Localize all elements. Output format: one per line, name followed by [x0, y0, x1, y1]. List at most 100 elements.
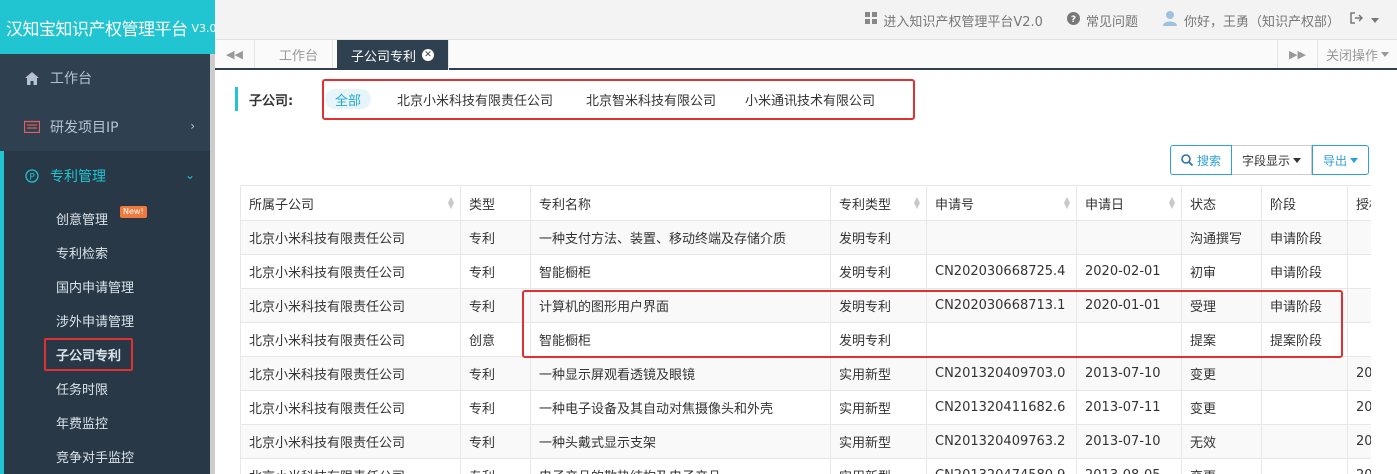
cell-status: 无效: [1181, 424, 1262, 459]
sidebar-item-label: 研发项目IP: [50, 119, 119, 136]
filter-option-zhimi[interactable]: 北京智米科技有限公司: [586, 89, 716, 109]
table-toolbar: 搜索 字段显示 导出: [1170, 145, 1370, 175]
tabs-scroll-right-icon[interactable]: ▶▶: [1277, 40, 1317, 68]
export-dropdown[interactable]: 导出: [1312, 145, 1370, 175]
faq-link[interactable]: ? 常见问题: [1066, 11, 1138, 30]
column-header-application-date[interactable]: 申请日 ▲ ▼: [1076, 185, 1182, 221]
sidebar-group-patent: P 专利管理 ⌄ 创意管理 New! 专利检索 国内申请管理 涉外申请管理 子公…: [0, 151, 215, 474]
sidebar-subitem-competitor[interactable]: 竞争对手监控: [4, 439, 215, 473]
sort-icon[interactable]: ▲ ▼: [1064, 196, 1070, 210]
enter-v2-link[interactable]: 进入知识产权管理平台V2.0: [865, 11, 1043, 30]
column-header-label: 专利名称: [539, 197, 592, 213]
cell-type: 专利: [460, 424, 531, 459]
field-display-label: 字段显示: [1242, 153, 1291, 168]
sidebar-item-dashboard[interactable]: 工作台: [0, 54, 215, 102]
cell-patent-name[interactable]: 一种显示屏观看透镜及眼镜: [530, 356, 831, 391]
cell-status: 初审: [1181, 254, 1262, 289]
sidebar-subitem-search[interactable]: 专利检索: [4, 235, 215, 269]
filter-option-all[interactable]: 全部: [325, 89, 372, 109]
cell-patent-name[interactable]: 一种头戴式显示支架: [530, 424, 831, 459]
table-row[interactable]: 北京小米科技有限责任公司 专利 电子产品的散热结构及电子产品 实用新型 CN20…: [240, 458, 1371, 474]
sort-icon[interactable]: ▲ ▼: [448, 196, 454, 210]
column-header-stage[interactable]: 阶段: [1261, 185, 1348, 221]
sidebar-subitem-annual-fee[interactable]: 年费监控: [4, 405, 215, 439]
home-icon: [24, 70, 40, 86]
sidebar-subitem-label: 竞争对手监控: [56, 450, 135, 466]
logout-icon[interactable]: [1350, 12, 1364, 28]
sidebar-subitem-idea[interactable]: 创意管理 New!: [4, 201, 215, 235]
cell-patent-name[interactable]: 智能橱柜: [530, 322, 831, 357]
user-menu[interactable]: 你好，王勇（知识产权部）: [1162, 10, 1379, 30]
column-header-application-no[interactable]: 申请号 ▲ ▼: [926, 185, 1077, 221]
cell-type: 专利: [460, 390, 531, 425]
sidebar-subitem-foreign[interactable]: 涉外申请管理: [4, 303, 215, 337]
cell-application-no: CN201320409703.0: [926, 356, 1077, 391]
column-header-subsidiary[interactable]: 所属子公司 ▲ ▼: [240, 185, 461, 221]
cell-patent-name[interactable]: 一种电子设备及其自动对焦摄像头和外壳: [530, 390, 831, 425]
cell-patent-name[interactable]: 一种支付方法、装置、移动终端及存储介质: [530, 220, 831, 255]
cell-grant: [1347, 288, 1371, 323]
tabs-scroll-left-icon[interactable]: ◀◀: [215, 40, 255, 68]
tab-label: 工作台: [279, 48, 319, 64]
enter-v2-label: 进入知识产权管理平台V2.0: [883, 14, 1043, 30]
table-row[interactable]: 北京小米科技有限责任公司 专利 一种电子设备及其自动对焦摄像头和外壳 实用新型 …: [240, 390, 1371, 425]
column-header-status[interactable]: 状态: [1181, 185, 1262, 221]
column-header-label: 阶段: [1270, 197, 1297, 213]
column-header-patent-name[interactable]: 专利名称: [530, 185, 831, 221]
table-row[interactable]: 北京小米科技有限责任公司 专利 一种头戴式显示支架 实用新型 CN2013204…: [240, 424, 1371, 459]
sidebar-subitem-deadline[interactable]: 任务时限: [4, 371, 215, 405]
tab-dashboard[interactable]: 工作台: [265, 40, 334, 68]
grid-icon: [865, 12, 878, 28]
sort-icon[interactable]: ▲ ▼: [914, 196, 920, 210]
brand[interactable]: 汉知宝知识产权管理平台 V3.0: [0, 0, 215, 54]
sidebar-item-patent-management[interactable]: P 专利管理 ⌄: [4, 151, 215, 201]
table-row[interactable]: 北京小米科技有限责任公司 专利 智能橱柜 发明专利 CN202030668725…: [240, 254, 1371, 289]
sidebar-item-rd-project[interactable]: 研发项目IP ›: [0, 102, 215, 151]
cell-patent-name[interactable]: 智能橱柜: [530, 254, 831, 289]
cell-stage: 申请阶段: [1261, 288, 1348, 323]
cell-subsidiary: 北京小米科技有限责任公司: [240, 220, 461, 255]
table-row[interactable]: 北京小米科技有限责任公司 专利 计算机的图形用户界面 发明专利 CN202030…: [240, 288, 1371, 323]
close-tab-icon[interactable]: ✕: [422, 49, 435, 61]
top-header: 进入知识产权管理平台V2.0 ? 常见问题 你好，王勇（知识产权部）: [215, 0, 1397, 40]
field-display-dropdown[interactable]: 字段显示: [1232, 145, 1313, 175]
column-header-patent-type[interactable]: 专利类型 ▲ ▼: [830, 185, 927, 221]
cell-patent-type: 发明专利: [830, 288, 927, 323]
sidebar-subitem-label: 涉外申请管理: [56, 314, 135, 330]
cell-stage: 申请阶段: [1261, 220, 1348, 255]
close-operations-dropdown[interactable]: 关闭操作: [1317, 40, 1397, 68]
user-greeting: 你好，王勇（知识产权部）: [1183, 14, 1340, 30]
patent-table-wrapper: 所属子公司 ▲ ▼ 类型 专利名称 专利类型 ▲ ▼ 申请号 ▲ ▼ 申请日 ▲ ▼ 状态 阶段…: [240, 185, 1371, 474]
sidebar-subitem-label: 国内申请管理: [56, 280, 135, 296]
cell-stage: [1261, 458, 1348, 474]
cell-patent-name[interactable]: 计算机的图形用户界面: [530, 288, 831, 323]
filter-option-xiaomi-tech[interactable]: 北京小米科技有限责任公司: [397, 89, 553, 109]
cell-subsidiary: 北京小米科技有限责任公司: [240, 424, 461, 459]
column-header-label: 类型: [469, 197, 496, 213]
column-header-label: 授权: [1356, 197, 1371, 213]
sort-icon[interactable]: ▲ ▼: [1169, 196, 1175, 210]
cell-application-no: CN201320409763.2: [926, 424, 1077, 459]
column-header-grant[interactable]: 授权: [1347, 185, 1371, 221]
table-row[interactable]: 北京小米科技有限责任公司 专利 一种显示屏观看透镜及眼镜 实用新型 CN2013…: [240, 356, 1371, 391]
cell-application-no: CN201320411682.6: [926, 390, 1077, 425]
filter-option-xiaomi-comm[interactable]: 小米通讯技术有限公司: [745, 89, 875, 109]
search-button[interactable]: 搜索: [1170, 145, 1233, 175]
sidebar-subitem-subsidiary[interactable]: 子公司专利: [4, 337, 215, 371]
sidebar-scrollbar[interactable]: [210, 54, 215, 474]
cell-patent-type: 实用新型: [830, 424, 927, 459]
sidebar-subitem-domestic[interactable]: 国内申请管理: [4, 269, 215, 303]
column-header-label: 申请日: [1085, 197, 1125, 213]
table-row[interactable]: 北京小米科技有限责任公司 专利 一种支付方法、装置、移动终端及存储介质 发明专利…: [240, 220, 1371, 255]
sidebar-subitem-label: 任务时限: [56, 382, 109, 398]
caret-down-icon: [1293, 157, 1302, 163]
cell-application-date: 2013-07-10: [1076, 424, 1182, 459]
cell-subsidiary: 北京小米科技有限责任公司: [240, 458, 461, 474]
caret-down-icon[interactable]: [1371, 17, 1379, 23]
table-row[interactable]: 北京小米科技有限责任公司 创意 智能橱柜 发明专利 提案 提案阶段: [240, 322, 1371, 357]
column-header-type[interactable]: 类型: [460, 185, 531, 221]
tab-subsidiary-patents[interactable]: 子公司专利 ✕: [337, 40, 450, 70]
cell-application-date: 2013-07-10: [1076, 356, 1182, 391]
cell-patent-name[interactable]: 电子产品的散热结构及电子产品: [530, 458, 831, 474]
cell-status: 沟通撰写: [1181, 220, 1262, 255]
